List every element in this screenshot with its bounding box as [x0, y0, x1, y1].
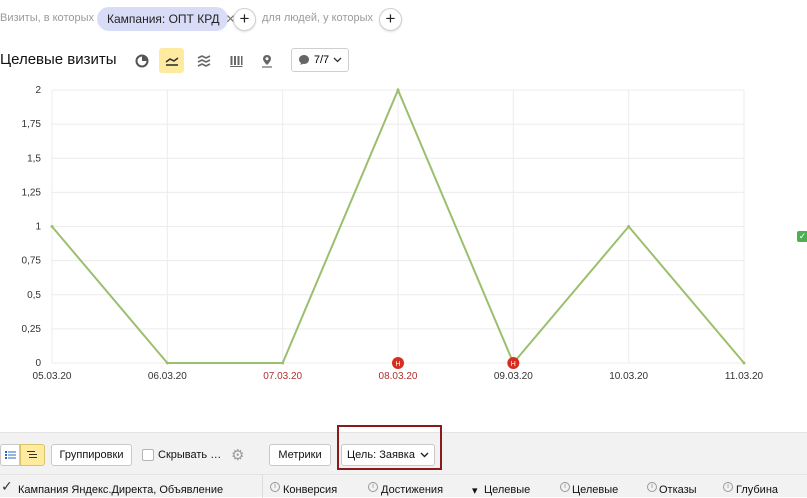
column-header[interactable]: Целевые — [572, 484, 618, 496]
info-icon[interactable]: i — [270, 482, 280, 492]
data-point — [165, 361, 169, 365]
campaign-filter-chip-label: Кампания: ОПТ КРД — [107, 12, 220, 26]
tree-view-button[interactable] — [20, 444, 45, 466]
list-view-button[interactable] — [0, 444, 20, 466]
y-tick-label: 1,5 — [27, 153, 41, 164]
table-header: ✓ Кампания Яндекс.Директа, Объявление i … — [0, 474, 807, 498]
line-chart-icon — [165, 56, 178, 66]
campaign-filter-chip[interactable]: Кампания: ОПТ КРД ✕ — [97, 7, 236, 31]
x-tick-label: 08.03.20 — [379, 371, 418, 382]
info-icon[interactable]: i — [560, 482, 570, 492]
goal-selector-highlight — [337, 425, 442, 470]
sort-desc-icon[interactable]: ▾ — [472, 484, 478, 497]
list-icon — [4, 451, 16, 459]
chart-title: Целевые визиты — [0, 51, 117, 68]
metrics-button[interactable]: Метрики — [269, 444, 331, 466]
x-tick-label: 05.03.20 — [33, 371, 72, 382]
line-view-button[interactable] — [159, 48, 184, 73]
column-header[interactable]: Глубина — [736, 484, 778, 496]
add-people-condition-button[interactable]: + — [379, 8, 402, 31]
bar-view-button[interactable] — [223, 48, 248, 73]
annotation-label: Н — [511, 361, 516, 368]
y-tick-label: 1,75 — [22, 119, 42, 130]
hide-rows-checkbox[interactable] — [142, 449, 154, 461]
info-icon[interactable]: i — [647, 482, 657, 492]
series-check-icon[interactable]: ✓ — [797, 231, 807, 242]
data-point — [396, 88, 400, 92]
map-view-button[interactable] — [254, 48, 279, 73]
x-tick-label: 10.03.20 — [609, 371, 648, 382]
dimension-column-header[interactable]: Кампания Яндекс.Директа, Объявление — [18, 484, 223, 496]
column-header[interactable]: Отказы — [659, 484, 697, 496]
people-condition-label: для людей, у которых — [262, 12, 373, 24]
checkmark-icon: ✓ — [1, 478, 13, 494]
plus-icon: + — [385, 9, 396, 28]
speech-bubble-icon — [298, 55, 309, 65]
pie-chart-icon — [135, 54, 148, 67]
bar-chart-icon — [229, 55, 242, 67]
x-tick-label: 11.03.20 — [725, 371, 764, 382]
hide-rows-label: Скрывать ст... — [158, 449, 224, 461]
x-tick-label: 06.03.20 — [148, 371, 187, 382]
area-chart-icon — [197, 54, 210, 67]
y-tick-label: 1,25 — [22, 187, 42, 198]
annotation-label: Н — [395, 361, 400, 368]
groupings-button[interactable]: Группировки — [51, 444, 132, 466]
data-point — [627, 225, 631, 228]
y-tick-label: 0,25 — [22, 324, 42, 335]
data-point — [742, 361, 746, 365]
chevron-down-icon — [333, 57, 342, 63]
data-point — [50, 225, 54, 228]
add-visit-condition-button[interactable]: + — [233, 8, 256, 31]
x-tick-label: 09.03.20 — [494, 371, 533, 382]
goals-selector-button[interactable]: 7/7 — [291, 48, 349, 72]
segment-filter-row: Визиты, в которых Кампания: ОПТ КРД ✕ + … — [0, 0, 807, 38]
column-header[interactable]: Конверсия — [283, 484, 337, 496]
y-tick-label: 2 — [35, 85, 41, 96]
tree-list-icon — [27, 451, 37, 458]
column-header[interactable]: Целевые — [484, 484, 530, 496]
goals-count: 7/7 — [313, 54, 330, 66]
y-tick-label: 0 — [35, 358, 41, 369]
y-tick-label: 1 — [35, 222, 41, 233]
pie-view-button[interactable] — [129, 48, 154, 73]
area-view-button[interactable] — [191, 48, 216, 73]
map-pin-icon — [261, 54, 272, 68]
y-tick-label: 0,75 — [22, 256, 42, 267]
x-tick-label: 07.03.20 — [263, 371, 302, 382]
column-header[interactable]: Достижения — [381, 484, 443, 496]
plus-icon: + — [239, 9, 250, 28]
info-icon[interactable]: i — [368, 482, 378, 492]
info-icon[interactable]: i — [723, 482, 733, 492]
line-chart: 0 0,25 0,5 0,75 1 1,25 1,5 1,75 2 05.03.20 06.03.2… — [22, 85, 764, 382]
y-tick-label: 0,5 — [27, 290, 41, 301]
data-point — [281, 361, 285, 365]
gear-icon[interactable]: ⚙ — [231, 446, 244, 464]
visits-condition-label: Визиты, в которых — [0, 12, 94, 24]
